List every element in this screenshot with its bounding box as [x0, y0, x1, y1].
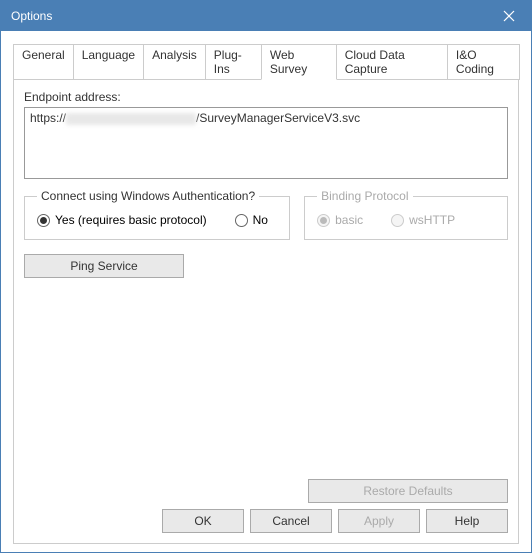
tab-cloud-data-capture[interactable]: Cloud Data Capture — [336, 44, 448, 80]
radio-dot-icon — [40, 217, 47, 224]
binding-radios: basic wsHTTP — [317, 213, 495, 227]
ping-service-button[interactable]: Ping Service — [24, 254, 184, 278]
auth-radio-no-label: No — [253, 213, 268, 227]
close-icon — [503, 10, 515, 22]
cancel-button[interactable]: Cancel — [250, 509, 332, 533]
tab-strip: General Language Analysis Plug-Ins Web S… — [13, 43, 519, 79]
bottom-area: Restore Defaults OK Cancel Apply Help — [24, 479, 508, 533]
tab-content-web-survey: Endpoint address: https:// /SurveyManager… — [13, 79, 519, 544]
main-panel: General Language Analysis Plug-Ins Web S… — [1, 31, 531, 552]
auth-radio-yes-label: Yes (requires basic protocol) — [55, 213, 207, 227]
binding-radio-wshttp: wsHTTP — [391, 213, 455, 227]
radio-icon — [391, 214, 404, 227]
binding-group: Binding Protocol basic wsHTTP — [304, 189, 508, 240]
restore-row: Restore Defaults — [24, 479, 508, 503]
options-row: Connect using Windows Authentication? Ye… — [24, 189, 508, 240]
window-title: Options — [11, 9, 52, 23]
auth-group: Connect using Windows Authentication? Ye… — [24, 189, 290, 240]
ok-button[interactable]: OK — [162, 509, 244, 533]
endpoint-label: Endpoint address: — [24, 90, 508, 104]
binding-radio-basic: basic — [317, 213, 363, 227]
radio-icon — [317, 214, 330, 227]
restore-defaults-button[interactable]: Restore Defaults — [308, 479, 508, 503]
endpoint-prefix: https:// — [30, 111, 66, 125]
apply-button[interactable]: Apply — [338, 509, 420, 533]
auth-legend: Connect using Windows Authentication? — [37, 189, 259, 203]
auth-radios: Yes (requires basic protocol) No — [37, 213, 277, 227]
close-button[interactable] — [486, 1, 531, 31]
tab-plugins[interactable]: Plug-Ins — [205, 44, 262, 80]
radio-dot-icon — [320, 217, 327, 224]
dialog-button-row: OK Cancel Apply Help — [24, 509, 508, 533]
binding-radio-basic-label: basic — [335, 213, 363, 227]
tab-general[interactable]: General — [13, 44, 74, 80]
endpoint-input[interactable]: https:// /SurveyManagerServiceV3.svc — [24, 107, 508, 179]
tab-io-coding[interactable]: I&O Coding — [447, 44, 520, 80]
tab-language[interactable]: Language — [73, 44, 144, 80]
help-button[interactable]: Help — [426, 509, 508, 533]
auth-radio-no[interactable]: No — [235, 213, 268, 227]
radio-icon — [235, 214, 248, 227]
endpoint-redacted — [66, 113, 196, 125]
radio-icon — [37, 214, 50, 227]
binding-legend: Binding Protocol — [317, 189, 412, 203]
titlebar: Options — [1, 1, 531, 31]
tab-analysis[interactable]: Analysis — [143, 44, 206, 80]
endpoint-suffix: /SurveyManagerServiceV3.svc — [196, 111, 360, 125]
auth-radio-yes[interactable]: Yes (requires basic protocol) — [37, 213, 207, 227]
binding-radio-wshttp-label: wsHTTP — [409, 213, 455, 227]
tab-web-survey[interactable]: Web Survey — [261, 44, 337, 80]
